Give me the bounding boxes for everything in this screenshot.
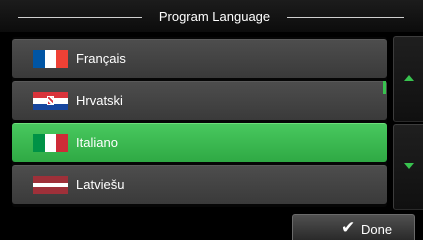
header-divider-left xyxy=(18,17,142,18)
list-item-latviesu[interactable]: Latviešu xyxy=(12,165,387,204)
list-item-italiano[interactable]: Italiano xyxy=(12,123,387,162)
language-label: Hrvatski xyxy=(76,93,123,108)
language-label: Italiano xyxy=(76,135,118,150)
language-label: Latviešu xyxy=(76,177,125,192)
done-label: Done xyxy=(361,222,393,237)
croatia-coat-of-arms-icon xyxy=(47,96,54,105)
scroll-up-button[interactable] xyxy=(393,36,423,122)
scrollbar-thumb[interactable] xyxy=(383,81,386,94)
triangle-up-icon xyxy=(404,75,414,81)
italy-flag-icon xyxy=(33,134,68,152)
france-flag-icon xyxy=(33,50,68,68)
list-item-hrvatski[interactable]: Hrvatski xyxy=(12,81,387,120)
triangle-down-icon xyxy=(404,163,414,169)
list-item-francais[interactable]: Français xyxy=(12,39,387,78)
croatia-flag-icon xyxy=(33,92,68,110)
done-button[interactable]: ✔ Done xyxy=(292,214,415,240)
scroll-down-button[interactable] xyxy=(393,124,423,210)
latvia-flag-icon xyxy=(33,176,68,194)
header-bar: Program Language xyxy=(0,0,423,32)
checkmark-icon: ✔ xyxy=(341,218,356,237)
language-label: Français xyxy=(76,51,126,66)
header-divider-right xyxy=(287,17,404,18)
language-list[interactable]: Français Hrvatski Italiano Latviešu xyxy=(12,37,387,207)
page-title: Program Language xyxy=(158,9,271,24)
